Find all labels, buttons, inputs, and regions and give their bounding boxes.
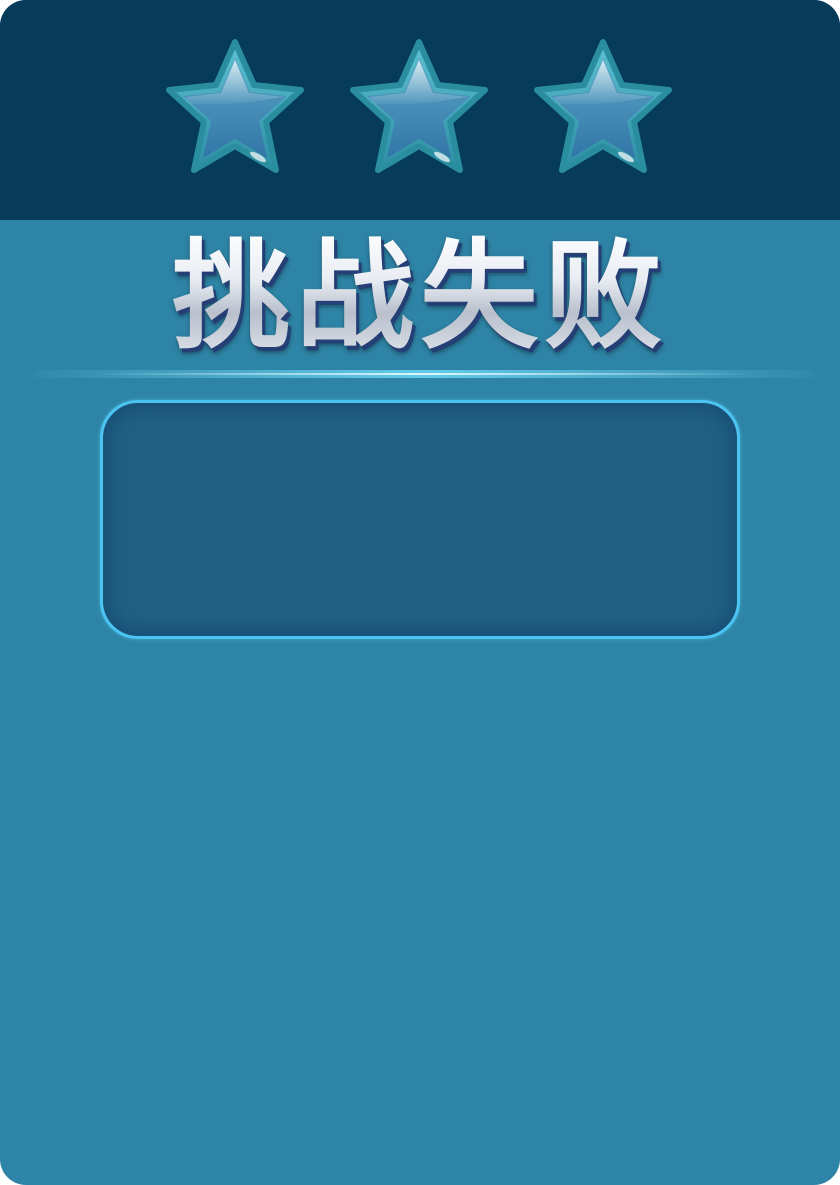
star-icon bbox=[160, 36, 310, 182]
result-title: 挑战失败 bbox=[171, 227, 668, 365]
star-rating bbox=[0, 36, 840, 186]
star-icon bbox=[528, 36, 678, 182]
result-title-area: 挑战失败 bbox=[0, 226, 840, 366]
title-divider bbox=[34, 370, 814, 378]
result-info-box bbox=[100, 400, 740, 639]
failure-dialog: 挑战失败 bbox=[0, 0, 840, 1185]
star-icon bbox=[344, 36, 494, 182]
